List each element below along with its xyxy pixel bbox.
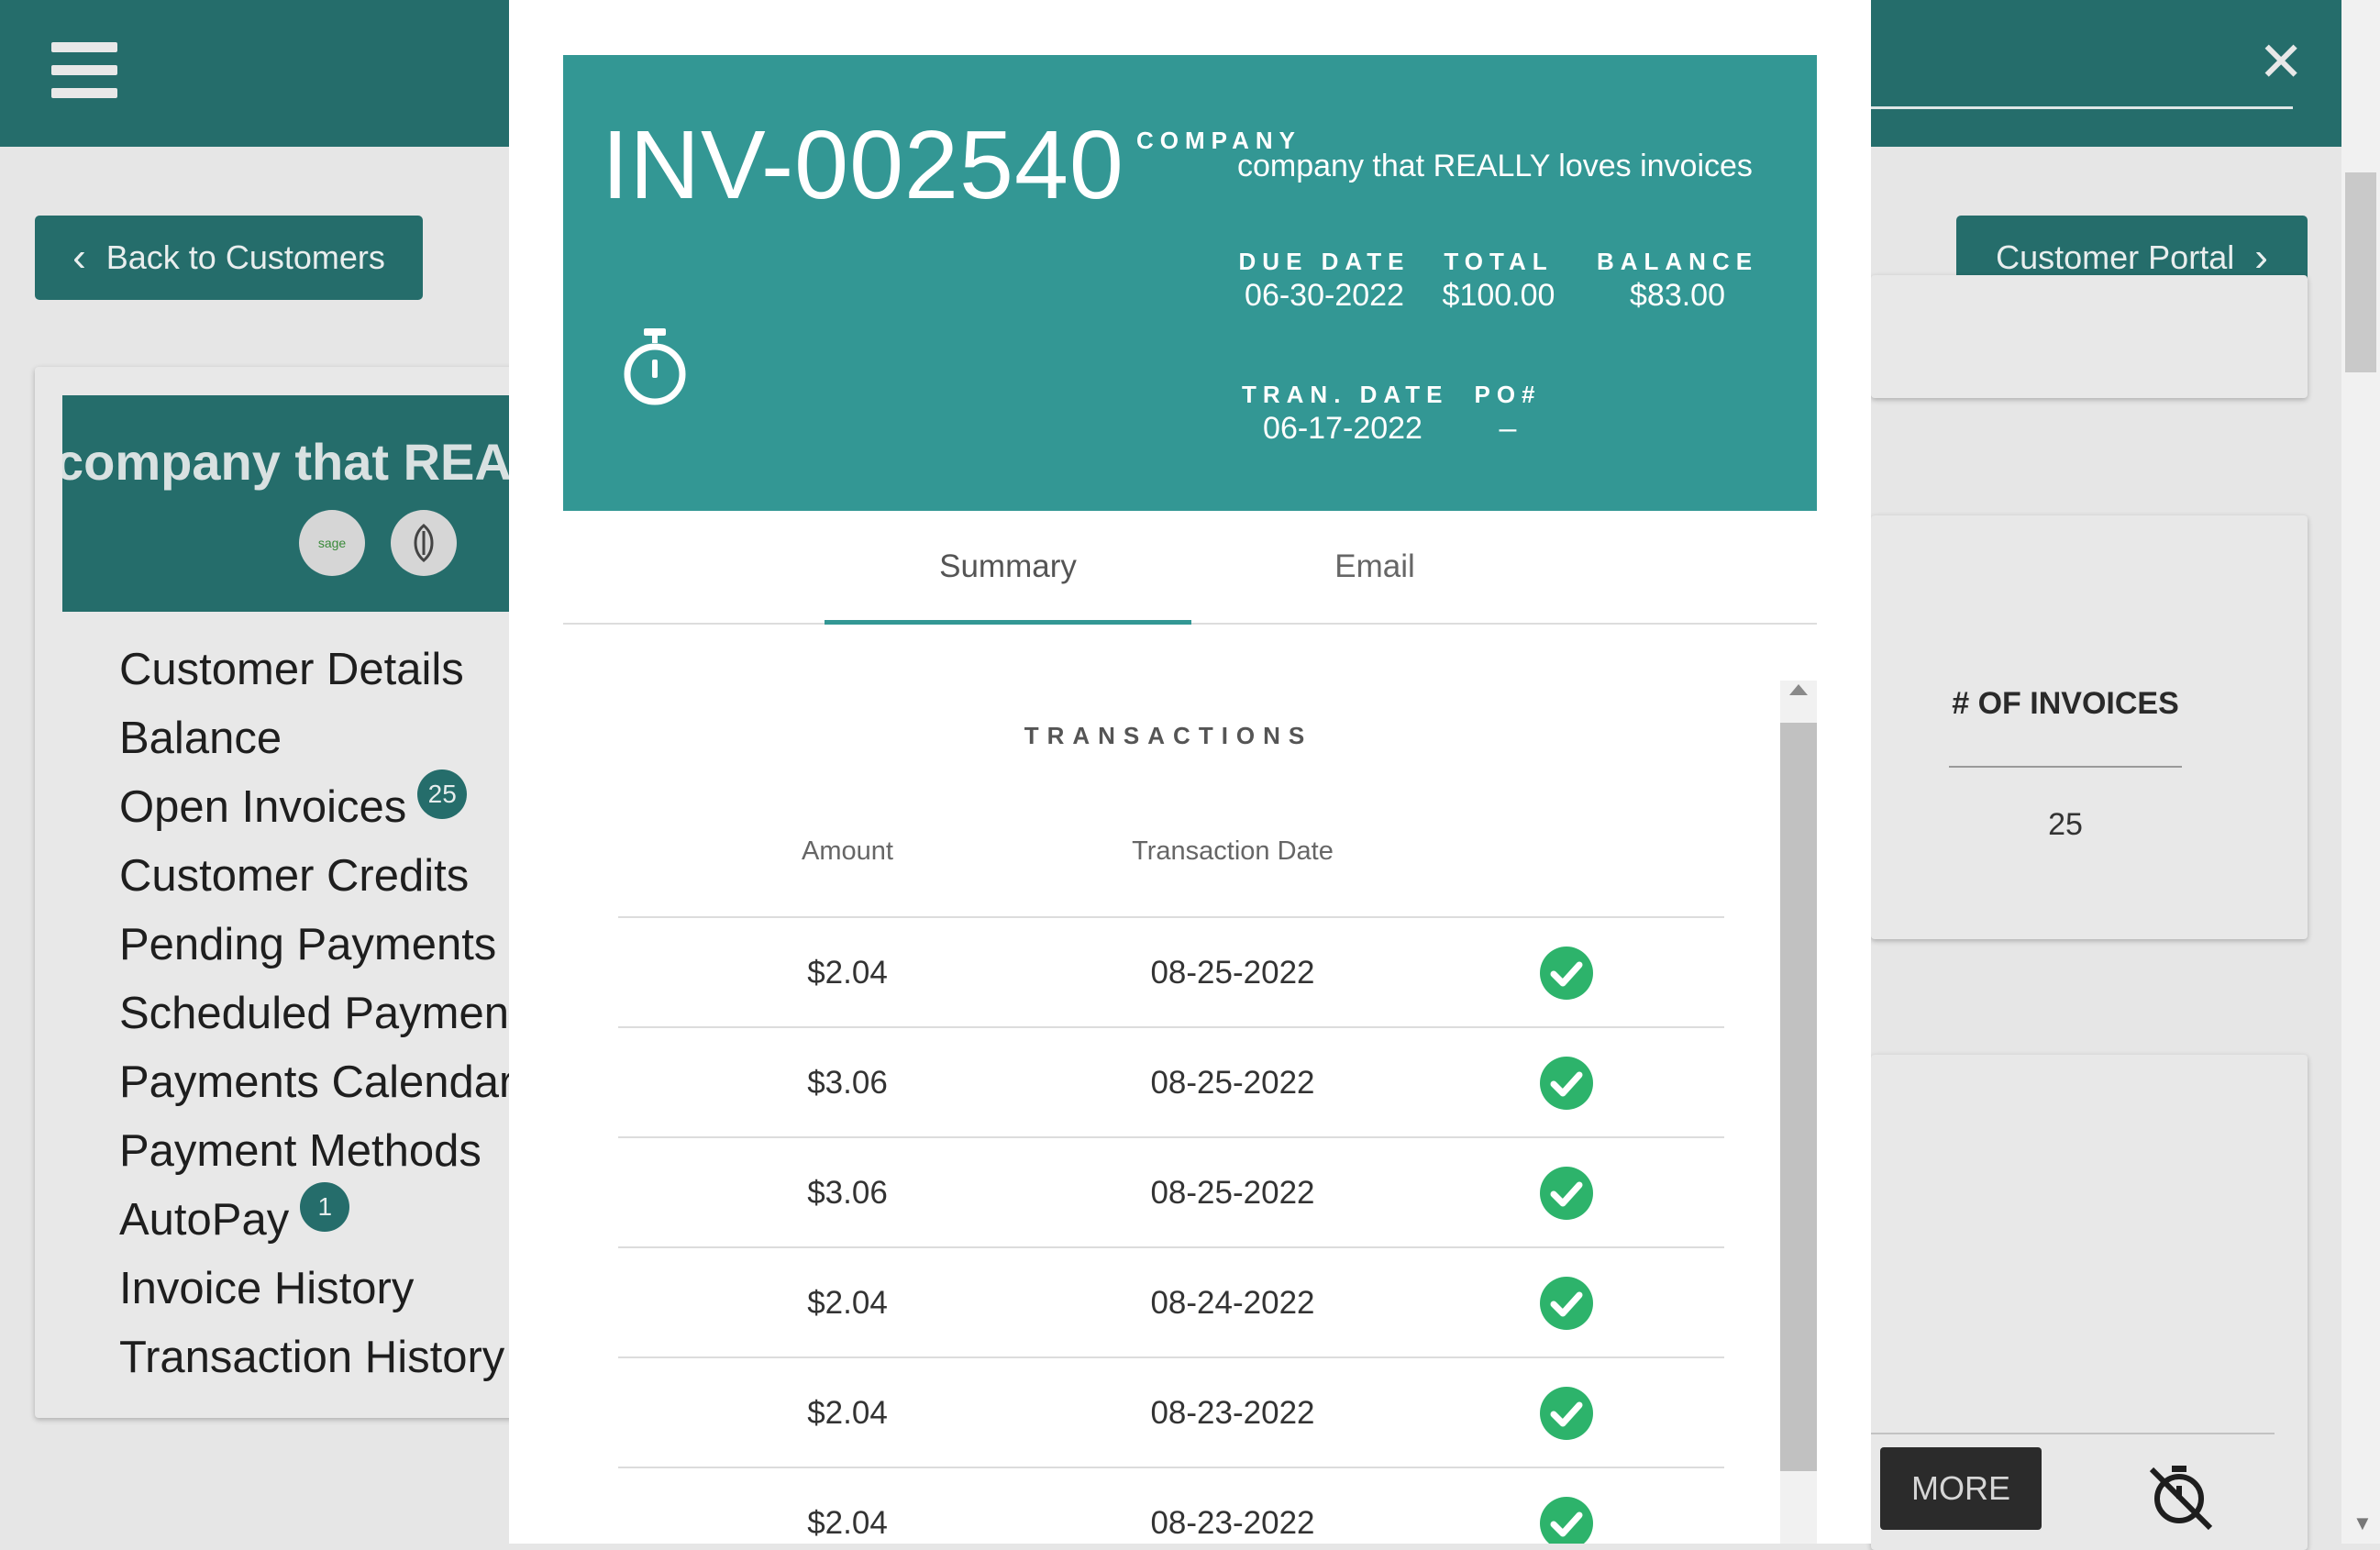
po-value: – (1499, 411, 1517, 446)
count-badge: 1 (300, 1182, 350, 1232)
tran-date-value: 06-17-2022 (1263, 411, 1422, 446)
table-row: $2.04 08-25-2022 (618, 916, 1724, 1028)
amount-cell: $2.04 (807, 1505, 888, 1541)
due-date-value: 06-30-2022 (1245, 278, 1404, 313)
page-scrollbar-thumb[interactable] (2345, 172, 2376, 372)
nav-autopay[interactable]: AutoPay 1 (119, 1182, 544, 1257)
scroll-up-arrow-icon[interactable] (1789, 684, 1808, 695)
success-check-icon (1540, 947, 1593, 1000)
summary-card (1871, 275, 2308, 398)
table-row: $2.04 08-23-2022 (618, 1356, 1724, 1468)
chevron-right-icon: › (2254, 235, 2268, 280)
date-cell: 08-25-2022 (1150, 955, 1315, 991)
amount-cell: $2.04 (807, 1395, 888, 1431)
tab-summary[interactable]: Summary (825, 511, 1191, 623)
back-to-customers-button[interactable]: ‹ Back to Customers (35, 216, 423, 300)
nav-transaction-history[interactable]: Transaction History (119, 1325, 544, 1394)
portal-button-label: Customer Portal (1996, 238, 2235, 276)
invoice-header-panel: INV-002540 COMPANY company that REALLY l… (563, 55, 1817, 511)
company-value: company that REALLY loves invoices (1237, 149, 1753, 183)
balance-label: BALANCE (1596, 248, 1759, 275)
tran-date-label: TRAN. DATE (1242, 381, 1449, 408)
scroll-down-arrow-icon[interactable]: ▼ (2352, 1511, 2373, 1535)
success-check-icon (1540, 1057, 1593, 1110)
amount-cell: $2.04 (807, 1285, 888, 1321)
success-check-icon (1540, 1497, 1593, 1544)
invoices-count-heading: # OF INVOICES (1952, 686, 2179, 721)
total-value: $100.00 (1442, 278, 1555, 313)
active-tab-indicator (825, 620, 1191, 625)
nav-scheduled-payments[interactable]: Scheduled Payments (119, 981, 544, 1050)
due-date-label: DUE DATE (1238, 248, 1411, 275)
table-row: $2.04 08-24-2022 (618, 1246, 1724, 1358)
table-row: $3.06 08-25-2022 (618, 1026, 1724, 1138)
balance-value: $83.00 (1630, 278, 1725, 313)
date-cell: 08-23-2022 (1150, 1395, 1315, 1431)
customer-name: company that REALLY loves invoices (62, 433, 521, 491)
divider (1871, 1433, 2275, 1434)
customer-nav: Customer Details Balance Open Invoices 25… (119, 637, 544, 1394)
nav-invoice-history[interactable]: Invoice History (119, 1257, 544, 1325)
nav-payment-methods[interactable]: Payment Methods (119, 1119, 544, 1188)
date-cell: 08-25-2022 (1150, 1065, 1315, 1101)
close-icon[interactable]: ✕ (2258, 35, 2304, 90)
tab-email[interactable]: Email (1191, 511, 1558, 623)
more-button[interactable]: MORE (1880, 1447, 2042, 1530)
invoice-number: INV-002540 (602, 111, 1124, 219)
po-label: PO# (1474, 381, 1542, 408)
date-cell: 08-25-2022 (1150, 1175, 1315, 1211)
customer-header: company that REALLY loves invoices sage (62, 395, 521, 612)
table-row: $2.04 08-23-2022 (618, 1467, 1724, 1544)
nav-pending-payments[interactable]: Pending Payments (119, 913, 544, 981)
nav-customer-details[interactable]: Customer Details (119, 637, 544, 706)
column-header-amount: Amount (802, 836, 893, 866)
hamburger-menu-icon[interactable] (51, 42, 117, 99)
nav-customer-credits[interactable]: Customer Credits (119, 844, 544, 913)
date-cell: 08-23-2022 (1150, 1505, 1315, 1541)
stopwatch-icon[interactable] (622, 327, 688, 405)
column-header-transaction-date: Transaction Date (1132, 836, 1334, 866)
total-label: TOTAL (1444, 248, 1554, 275)
transactions-section: TRANSACTIONS Amount Transaction Date $2.… (563, 681, 1817, 1544)
amount-cell: $3.06 (807, 1175, 888, 1211)
table-row: $3.06 08-25-2022 (618, 1136, 1724, 1248)
timer-off-icon[interactable] (2144, 1458, 2218, 1532)
chevron-left-icon: ‹ (72, 235, 86, 280)
transactions-scrollbar-thumb[interactable] (1780, 723, 1817, 1471)
success-check-icon (1540, 1387, 1593, 1440)
date-cell: 08-24-2022 (1150, 1285, 1315, 1321)
success-check-icon (1540, 1277, 1593, 1330)
nav-balance[interactable]: Balance (119, 706, 544, 775)
back-button-label: Back to Customers (105, 238, 385, 276)
quickbooks-icon[interactable] (391, 510, 457, 576)
transactions-title: TRANSACTIONS (1024, 722, 1313, 749)
count-badge: 25 (417, 769, 468, 819)
divider (1949, 766, 2182, 768)
nav-payments-calendar[interactable]: Payments Calendar (119, 1050, 544, 1119)
page-scrollbar[interactable]: ▼ (2341, 0, 2380, 1544)
transactions-scrollbar[interactable] (1780, 681, 1817, 1544)
success-check-icon (1540, 1167, 1593, 1220)
amount-cell: $2.04 (807, 955, 888, 991)
search-underline (1871, 106, 2293, 109)
invoices-count-value: 25 (2048, 807, 2083, 842)
amount-cell: $3.06 (807, 1065, 888, 1101)
sage-intacct-icon[interactable]: sage (299, 510, 365, 576)
nav-open-invoices[interactable]: Open Invoices 25 (119, 769, 544, 844)
invoices-count-card (1871, 515, 2308, 939)
invoice-tabs: Summary Email (563, 511, 1817, 625)
